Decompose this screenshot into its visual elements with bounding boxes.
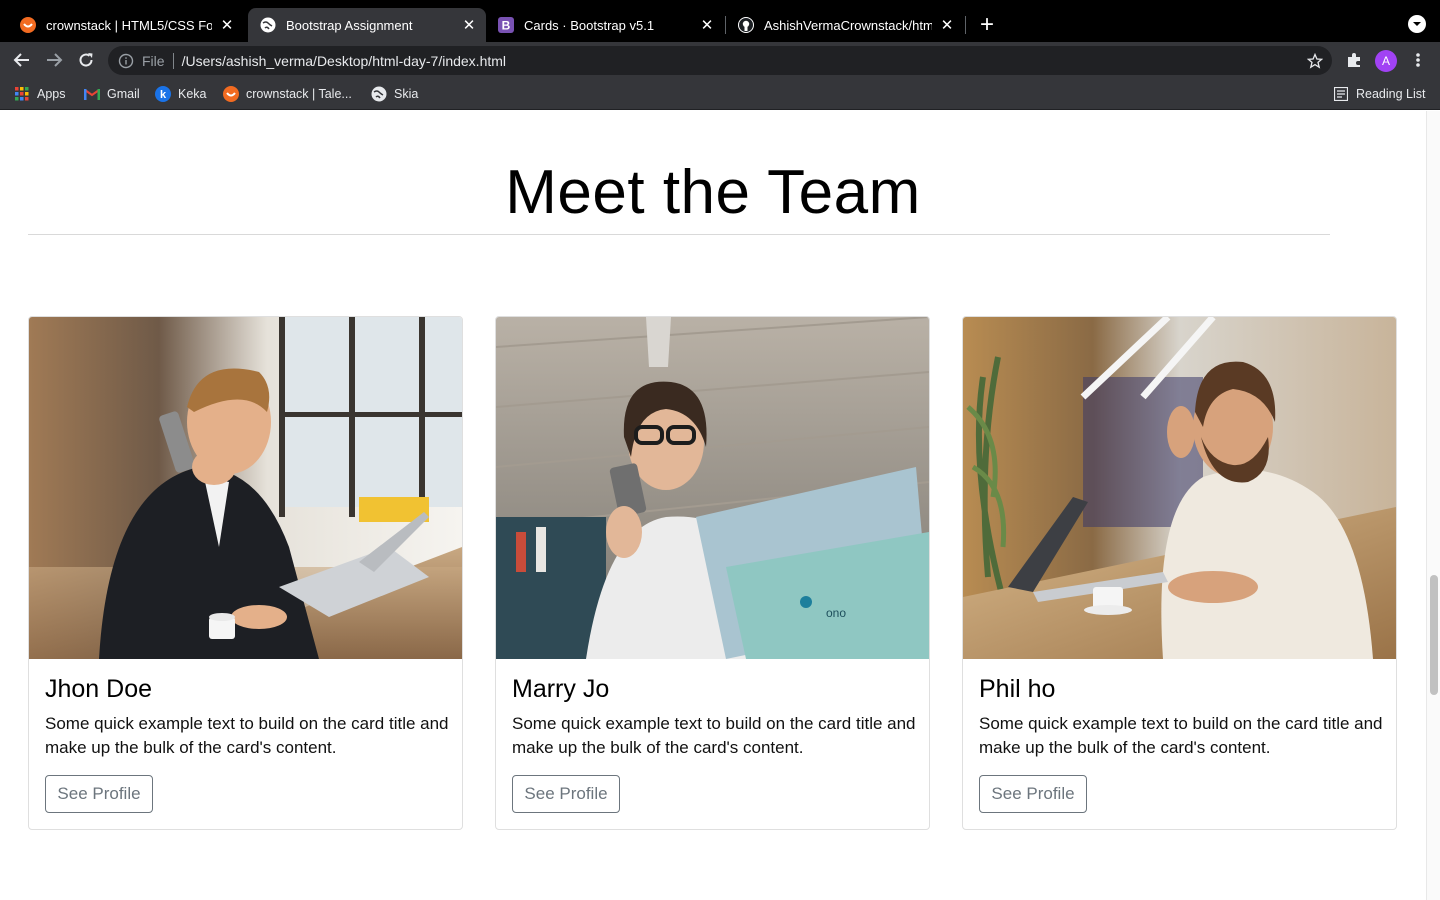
reading-list[interactable]: Reading List bbox=[1333, 85, 1426, 103]
tab-separator bbox=[965, 16, 966, 34]
tab-github[interactable]: AshishVermaCrownstack/html- ✕ bbox=[726, 8, 964, 42]
see-profile-button[interactable]: See Profile bbox=[45, 775, 153, 813]
tab-title: crownstack | HTML5/CSS For b bbox=[46, 17, 212, 33]
reading-list-label: Reading List bbox=[1356, 87, 1426, 101]
globe-icon bbox=[260, 17, 276, 33]
card-title: Jhon Doe bbox=[45, 675, 153, 703]
see-profile-button[interactable]: See Profile bbox=[979, 775, 1087, 813]
card-photo: ono bbox=[496, 317, 929, 659]
tab-crownstack[interactable]: crownstack | HTML5/CSS For b ✕ bbox=[8, 8, 244, 42]
tab-title: Bootstrap Assignment bbox=[286, 17, 413, 33]
url-text[interactable]: /Users/ashish_verma/Desktop/html-day-7/i… bbox=[182, 53, 506, 69]
close-tab-icon[interactable]: ✕ bbox=[218, 16, 236, 34]
bookmark-star-icon[interactable] bbox=[1306, 52, 1324, 70]
address-bar[interactable]: File /Users/ashish_verma/Desktop/html-da… bbox=[108, 46, 1332, 75]
tab-strip: crownstack | HTML5/CSS For b ✕ Bootstrap… bbox=[0, 0, 1440, 42]
bookmark-skia[interactable]: Skia bbox=[371, 85, 418, 103]
tab-title: Cards · Bootstrap v5.1 bbox=[524, 17, 655, 33]
page-title: Meet the Team bbox=[505, 158, 921, 227]
bookmarks-bar: Apps Gmail k Keka crownstack | Tale... S… bbox=[0, 78, 1440, 110]
extensions-puzzle-icon[interactable] bbox=[1342, 48, 1366, 72]
reading-list-icon bbox=[1333, 86, 1349, 102]
svg-text:ono: ono bbox=[826, 606, 846, 620]
svg-text:k: k bbox=[160, 89, 167, 101]
scrollbar-thumb[interactable] bbox=[1430, 575, 1438, 695]
back-arrow-icon[interactable] bbox=[10, 48, 34, 72]
profile-avatar[interactable]: A bbox=[1375, 50, 1397, 72]
crownstack-icon bbox=[223, 86, 239, 102]
info-icon[interactable] bbox=[118, 53, 134, 69]
card-photo bbox=[29, 317, 462, 659]
team-card: ono Marry Jo Some quick example text to … bbox=[495, 316, 930, 830]
see-profile-button[interactable]: See Profile bbox=[512, 775, 620, 813]
divider bbox=[172, 52, 174, 69]
bookmark-keka[interactable]: k Keka bbox=[155, 85, 207, 103]
bookmark-label: Gmail bbox=[107, 87, 140, 101]
gmail-icon bbox=[84, 86, 100, 102]
bookmark-label: Skia bbox=[394, 87, 419, 101]
bookmark-label: crownstack | Tale... bbox=[246, 87, 352, 101]
forward-arrow-icon[interactable] bbox=[42, 48, 66, 72]
card-text: Some quick example text to build on the … bbox=[979, 714, 1383, 757]
bookmark-label: Apps bbox=[37, 87, 66, 101]
close-tab-icon[interactable]: ✕ bbox=[698, 16, 716, 34]
apps-grid-icon bbox=[14, 86, 30, 102]
close-tab-icon[interactable]: ✕ bbox=[938, 16, 956, 34]
team-card: Phil ho Some quick example text to build… bbox=[962, 316, 1397, 830]
browser-menu-icon[interactable] bbox=[1406, 48, 1430, 72]
close-tab-icon[interactable]: ✕ bbox=[460, 16, 478, 34]
svg-text:B: B bbox=[502, 19, 511, 33]
card-text: Some quick example text to build on the … bbox=[512, 714, 916, 757]
bookmark-gmail[interactable]: Gmail bbox=[84, 85, 140, 103]
page-scrollbar[interactable] bbox=[1426, 111, 1440, 900]
scheme-label: File bbox=[142, 52, 165, 69]
card-text: Some quick example text to build on the … bbox=[45, 714, 449, 757]
browser-toolbar: File /Users/ashish_verma/Desktop/html-da… bbox=[0, 42, 1440, 78]
keka-icon: k bbox=[155, 86, 171, 102]
card-title: Marry Jo bbox=[512, 675, 610, 703]
github-icon bbox=[738, 17, 754, 33]
bookmark-crownstack[interactable]: crownstack | Tale... bbox=[223, 85, 352, 103]
crownstack-icon bbox=[20, 17, 36, 33]
new-tab-icon[interactable]: + bbox=[974, 12, 1000, 38]
card-photo bbox=[963, 317, 1396, 659]
card-title: Phil ho bbox=[979, 675, 1056, 703]
bookmark-apps[interactable]: Apps bbox=[14, 85, 66, 103]
tab-title: AshishVermaCrownstack/html- bbox=[764, 17, 932, 33]
bootstrap-icon: B bbox=[498, 17, 514, 33]
heading-divider bbox=[28, 234, 1330, 235]
tab-bootstrap-assignment[interactable]: Bootstrap Assignment ✕ bbox=[248, 8, 486, 42]
reload-icon[interactable] bbox=[74, 48, 98, 72]
page-viewport: Meet the Team Jhon Doe Some quick exampl… bbox=[0, 111, 1426, 900]
team-card: Jhon Doe Some quick example text to buil… bbox=[28, 316, 463, 830]
globe-icon bbox=[371, 86, 387, 102]
bookmark-label: Keka bbox=[178, 87, 207, 101]
tab-search-icon[interactable] bbox=[1408, 15, 1426, 33]
tab-bootstrap-cards[interactable]: B Cards · Bootstrap v5.1 ✕ bbox=[486, 8, 724, 42]
